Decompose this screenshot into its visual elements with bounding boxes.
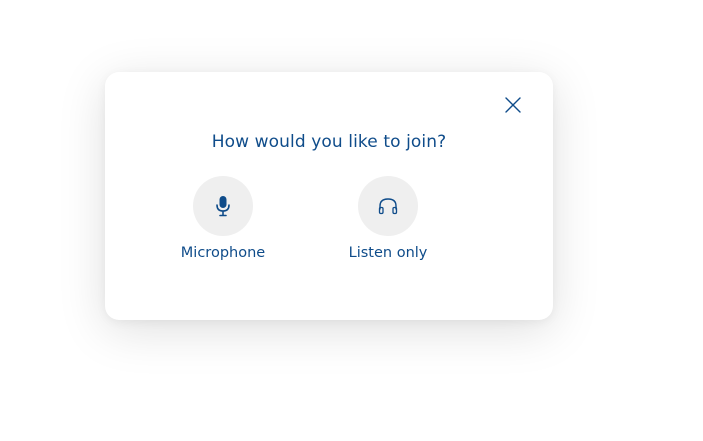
page-backdrop: How would you like to join? Microphone L…: [0, 0, 703, 441]
microphone-icon: [216, 196, 230, 217]
headphones-icon-circle[interactable]: [358, 176, 418, 236]
join-audio-dialog: How would you like to join? Microphone L…: [105, 72, 553, 320]
close-button[interactable]: [502, 94, 524, 116]
dialog-title: How would you like to join?: [211, 132, 447, 152]
listen-only-option-button[interactable]: Listen only: [328, 176, 448, 263]
listen-only-option-label: Listen only: [348, 245, 428, 261]
microphone-icon-circle[interactable]: [193, 176, 253, 236]
headphones-icon: [378, 198, 398, 215]
microphone-option-button[interactable]: Microphone: [173, 176, 273, 263]
microphone-option-label: Microphone: [180, 245, 266, 261]
close-icon: [505, 97, 521, 113]
